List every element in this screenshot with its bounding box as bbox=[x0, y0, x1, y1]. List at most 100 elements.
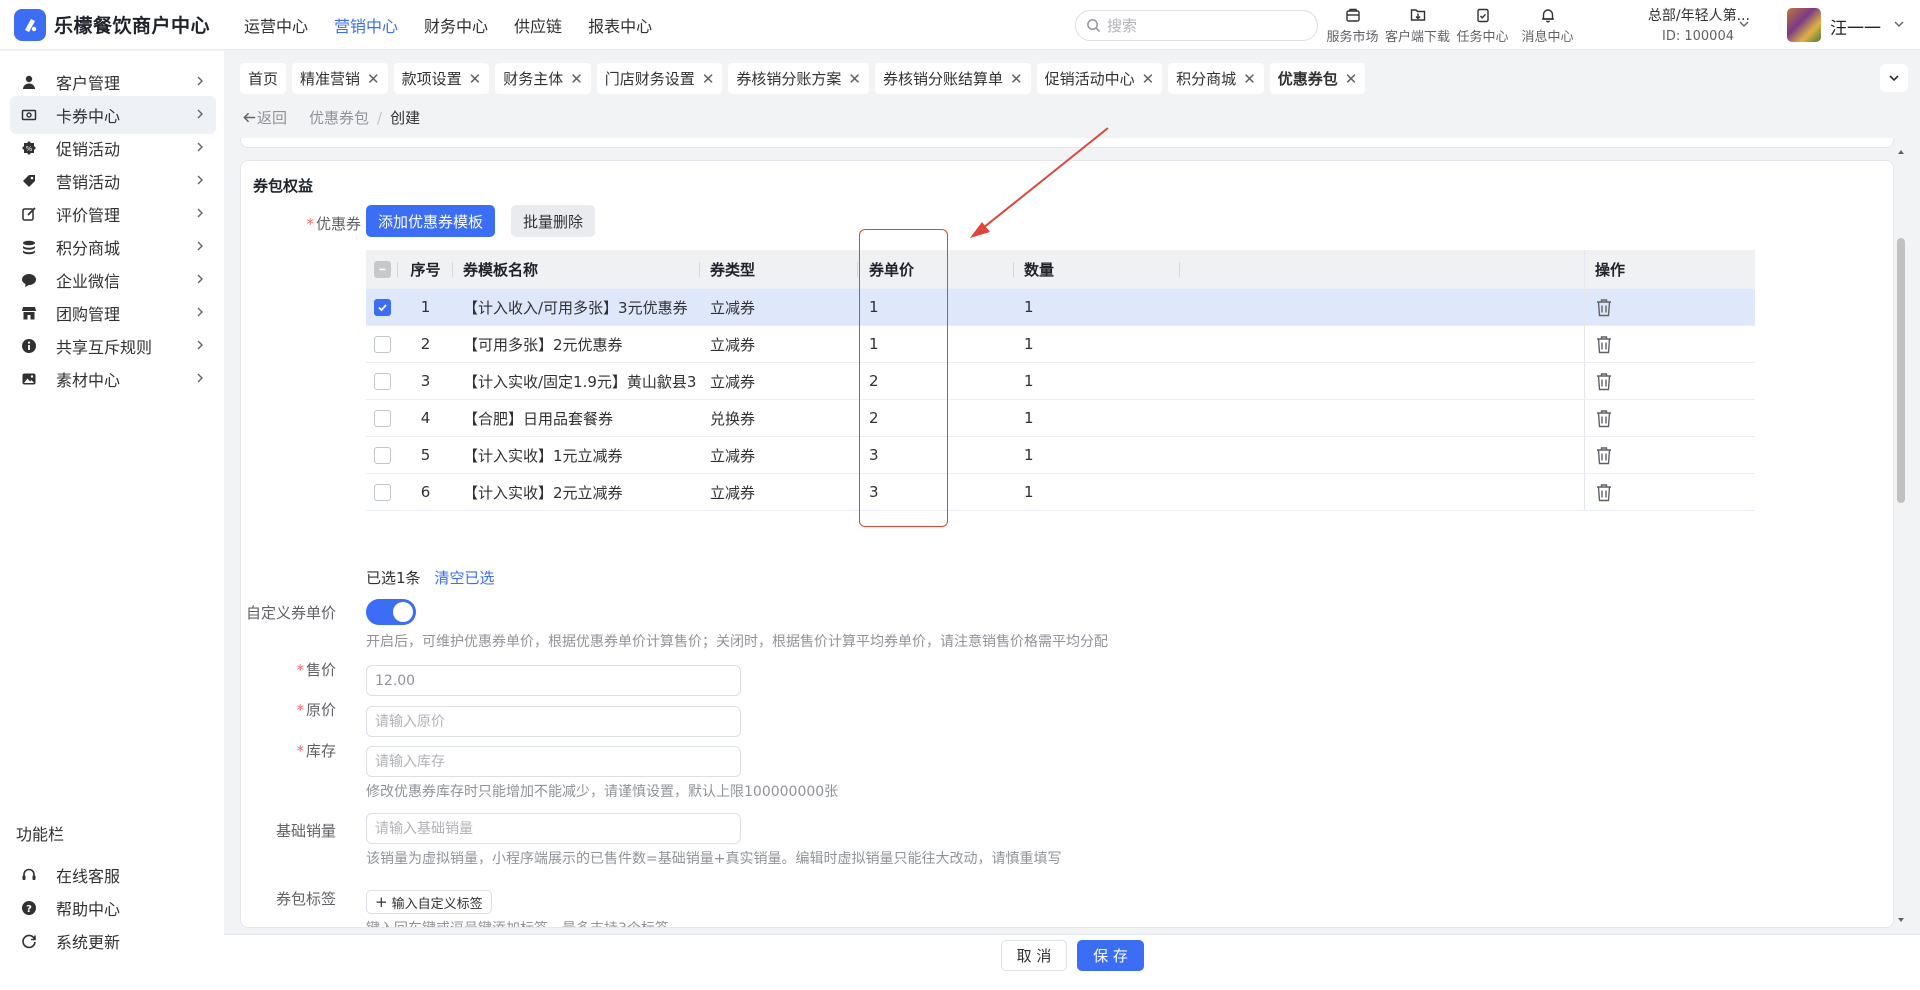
cancel-button[interactable]: 取 消 bbox=[1001, 940, 1067, 971]
sidebar-item-label: 帮助中心 bbox=[56, 900, 121, 919]
row-price: 3 bbox=[869, 483, 879, 501]
close-icon[interactable]: ✕ bbox=[367, 70, 380, 88]
close-icon[interactable]: ✕ bbox=[702, 70, 715, 88]
scrollbar-thumb[interactable] bbox=[1897, 238, 1905, 503]
table-row[interactable]: 5 【计入实收】1元立减券 立减券 3 1 bbox=[366, 437, 1755, 474]
table-row[interactable]: 6 【计入实收】2元立减券 立减券 3 1 bbox=[366, 474, 1755, 511]
scroll-up-arrow-icon[interactable] bbox=[1897, 148, 1905, 156]
close-icon[interactable]: ✕ bbox=[1345, 70, 1358, 88]
tab-coupon-package[interactable]: 优惠券包 ✕ bbox=[1269, 63, 1366, 94]
back-button[interactable]: 返回 bbox=[242, 107, 287, 128]
topnav-operations[interactable]: 运营中心 bbox=[244, 13, 308, 37]
sidebar-item-label: 评价管理 bbox=[56, 206, 121, 225]
selection-summary: 已选1条 清空已选 bbox=[366, 567, 495, 588]
tab-split-settlement[interactable]: 券核销分账结算单 ✕ bbox=[874, 63, 1031, 94]
trash-icon[interactable] bbox=[1595, 335, 1613, 354]
sidebar-item-label: 素材中心 bbox=[56, 371, 121, 390]
tab-home[interactable]: 首页 bbox=[240, 63, 287, 94]
search-placeholder: 搜索 bbox=[1107, 17, 1138, 35]
row-index: 2 bbox=[420, 335, 431, 353]
trash-icon[interactable] bbox=[1595, 372, 1613, 391]
tab-split-plan[interactable]: 券核销分账方案 ✕ bbox=[728, 63, 869, 94]
chevron-down-icon[interactable] bbox=[1893, 18, 1905, 30]
sidebar-item-label: 营销活动 bbox=[56, 173, 121, 192]
add-custom-tag-button[interactable]: + 输入自定义标签 bbox=[366, 890, 492, 914]
tab-promotion-center[interactable]: 促销活动中心 ✕ bbox=[1036, 63, 1163, 94]
base-sales-input[interactable] bbox=[366, 813, 741, 844]
row-checkbox[interactable] bbox=[373, 446, 391, 464]
org-switcher[interactable]: 总部/年轻人第... ID: 100004 bbox=[1620, 5, 1750, 44]
custom-price-label: 自定义券单价 bbox=[245, 604, 336, 622]
chevron-down-icon[interactable] bbox=[1738, 18, 1750, 30]
topnav-reports[interactable]: 报表中心 bbox=[588, 13, 652, 37]
breadcrumb-parent[interactable]: 优惠券包 bbox=[309, 107, 369, 128]
chevron-down-icon bbox=[1889, 75, 1899, 82]
custom-price-switch[interactable] bbox=[366, 599, 416, 625]
tool-client-download[interactable]: 客户端下载 bbox=[1385, 4, 1450, 45]
tab-payment-settings[interactable]: 款项设置 ✕ bbox=[393, 63, 490, 94]
sidebar-item-system-update[interactable]: 系统更新 bbox=[10, 922, 216, 960]
row-price: 1 bbox=[869, 335, 879, 353]
tool-service-market[interactable]: 服务市场 bbox=[1320, 4, 1385, 45]
close-icon[interactable]: ✕ bbox=[1142, 70, 1155, 88]
table-row[interactable]: 3 【计入实收/固定1.9元】黄山歙县3 立减券 2 1 bbox=[366, 363, 1755, 400]
row-qty: 1 bbox=[1024, 335, 1034, 353]
chat-icon bbox=[20, 271, 38, 289]
trash-icon[interactable] bbox=[1595, 298, 1613, 317]
trash-icon[interactable] bbox=[1595, 483, 1613, 502]
tab-points-mall[interactable]: 积分商城 ✕ bbox=[1168, 63, 1264, 94]
row-checkbox[interactable] bbox=[373, 335, 391, 353]
user-name[interactable]: 汪一一 bbox=[1830, 14, 1881, 39]
shop-icon bbox=[20, 304, 38, 322]
close-icon[interactable]: ✕ bbox=[848, 70, 861, 88]
chevron-right-icon bbox=[197, 208, 203, 218]
annotation-arrow-icon bbox=[970, 127, 1109, 238]
save-button[interactable]: 保 存 bbox=[1077, 940, 1144, 971]
row-checkbox[interactable] bbox=[373, 298, 391, 316]
tabs-dropdown-button[interactable] bbox=[1880, 64, 1908, 92]
sidebar-item-label: 促销活动 bbox=[56, 140, 121, 159]
row-index: 1 bbox=[420, 298, 431, 316]
stock-input[interactable] bbox=[366, 746, 741, 777]
avatar[interactable] bbox=[1787, 8, 1821, 42]
tab-label: 促销活动中心 bbox=[1044, 70, 1135, 88]
add-coupon-template-button[interactable]: 添加优惠券模板 bbox=[366, 205, 496, 237]
footer-bar bbox=[224, 934, 1920, 990]
tab-store-finance[interactable]: 门店财务设置 ✕ bbox=[596, 63, 723, 94]
row-price: 2 bbox=[869, 372, 879, 390]
row-checkbox[interactable] bbox=[373, 409, 391, 427]
tool-task-center[interactable]: 任务中心 bbox=[1450, 4, 1515, 45]
close-icon[interactable]: ✕ bbox=[570, 70, 583, 88]
row-name: 【计入实收】1元立减券 bbox=[463, 446, 623, 465]
close-icon[interactable]: ✕ bbox=[1010, 70, 1023, 88]
trash-icon[interactable] bbox=[1595, 409, 1613, 428]
select-all-checkbox[interactable] bbox=[373, 260, 391, 278]
row-checkbox[interactable] bbox=[373, 372, 391, 390]
brand[interactable]: 乐檬餐饮商户中心 bbox=[0, 8, 230, 41]
topnav-supply-chain[interactable]: 供应链 bbox=[514, 13, 562, 37]
tab-precision-marketing[interactable]: 精准营销 ✕ bbox=[292, 63, 388, 94]
tab-finance-entity[interactable]: 财务主体 ✕ bbox=[495, 63, 591, 94]
sidebar-item-materials[interactable]: 素材中心 bbox=[10, 360, 216, 398]
close-icon[interactable]: ✕ bbox=[1243, 70, 1256, 88]
batch-delete-button[interactable]: 批量删除 bbox=[511, 205, 596, 237]
row-checkbox[interactable] bbox=[373, 483, 391, 501]
original-price-input[interactable] bbox=[366, 706, 741, 737]
clear-selection-link[interactable]: 清空已选 bbox=[435, 567, 495, 588]
refresh-icon bbox=[20, 932, 38, 950]
topnav-finance[interactable]: 财务中心 bbox=[424, 13, 488, 37]
sale-price-input[interactable] bbox=[366, 665, 741, 696]
topnav-marketing[interactable]: 营销中心 bbox=[334, 13, 398, 37]
row-qty: 1 bbox=[1024, 409, 1034, 427]
tab-label: 券核销分账结算单 bbox=[882, 70, 1003, 88]
scroll-down-arrow-icon[interactable] bbox=[1897, 916, 1905, 924]
trash-icon[interactable] bbox=[1595, 446, 1613, 465]
tool-message-center[interactable]: 消息中心 bbox=[1515, 4, 1580, 45]
header-select-all[interactable] bbox=[366, 250, 398, 288]
chevron-right-icon bbox=[197, 76, 203, 86]
table-row[interactable]: 4 【合肥】日用品套餐券 兑换券 2 1 bbox=[366, 400, 1755, 437]
table-row[interactable]: 2 【可用多张】2元优惠券 立减券 1 1 bbox=[366, 326, 1755, 363]
search-input[interactable]: 搜索 bbox=[1075, 10, 1318, 41]
close-icon[interactable]: ✕ bbox=[469, 70, 482, 88]
table-row[interactable]: 1 【计入收入/可用多张】3元优惠券 立减券 1 1 bbox=[366, 289, 1755, 326]
